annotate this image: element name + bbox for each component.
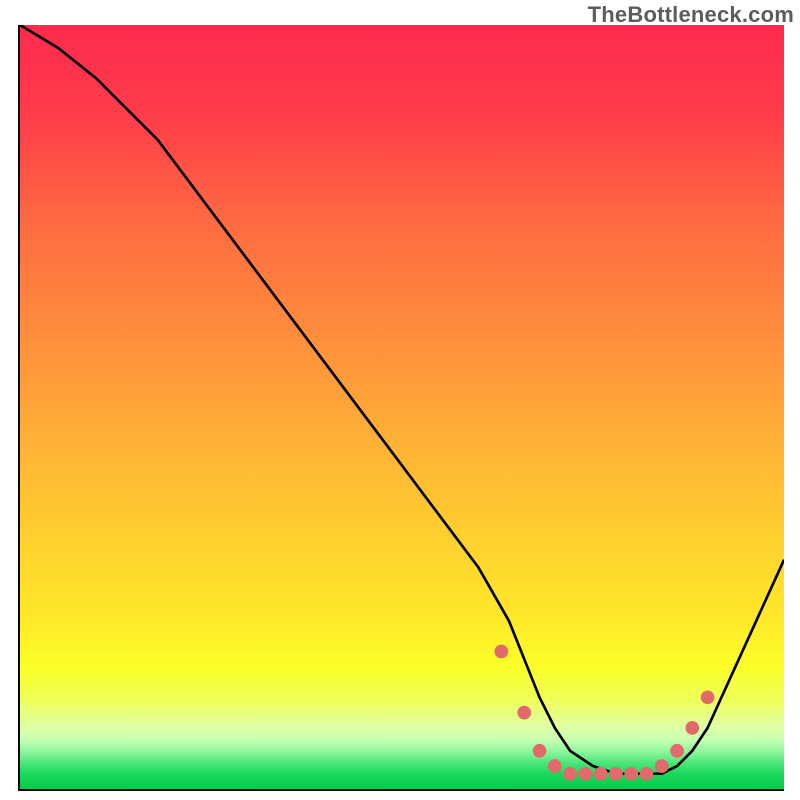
marker-dot [624, 767, 638, 781]
marker-dot [670, 744, 684, 758]
chart-container: TheBottleneck.com [0, 0, 800, 800]
bottleneck-curve [20, 25, 784, 774]
marker-dot [533, 744, 547, 758]
marker-dot [594, 767, 608, 781]
marker-dot [640, 767, 654, 781]
plot-area [18, 25, 784, 791]
marker-dot [609, 767, 623, 781]
marker-dot [578, 767, 592, 781]
marker-dot [548, 759, 562, 773]
marker-dot [494, 645, 508, 659]
marker-dot [563, 767, 577, 781]
marker-dot [517, 706, 531, 720]
marker-dot [701, 690, 715, 704]
marker-dot [685, 721, 699, 735]
curve-layer [20, 25, 784, 789]
marker-dot [655, 759, 669, 773]
